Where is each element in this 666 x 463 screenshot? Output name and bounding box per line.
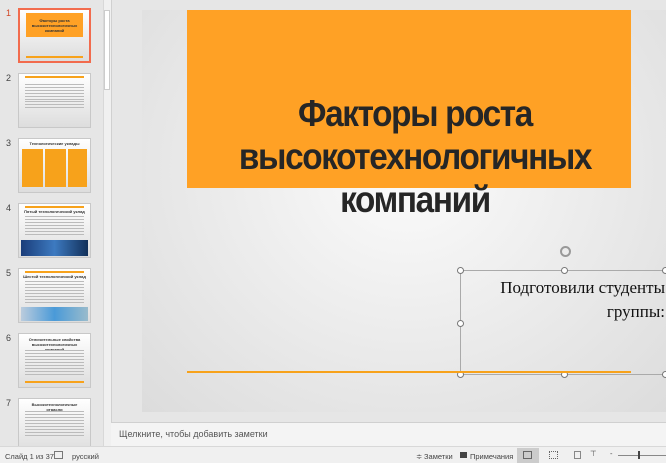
thumb-number: 1 [6,8,12,18]
zoom-out-button[interactable]: - [610,449,613,458]
thumb-number: 6 [6,333,12,343]
notes-placeholder[interactable]: Щелкните, чтобы добавить заметки [119,429,268,439]
normal-view-icon [523,451,532,459]
scrollbar-thumb[interactable] [104,10,110,90]
subtitle-text[interactable]: Подготовили студенты группы: [461,276,665,324]
thumb-title: Технологические уклады [29,141,80,146]
thumb-number: 5 [6,268,12,278]
resize-handle[interactable] [457,320,464,327]
thumbnail-slide-3[interactable]: Технологические уклады [18,138,91,193]
resize-handle[interactable] [662,371,666,378]
thumb-number: 2 [6,73,12,83]
zoom-slider[interactable] [618,455,666,456]
language-indicator[interactable]: русский [72,452,99,461]
thumbnail-slide-2[interactable] [18,73,91,128]
thumb-number: 7 [6,398,12,408]
subtitle-textbox[interactable]: Подготовили студенты группы: [457,267,666,378]
thumbnail-slide-4[interactable]: Пятый технологический уклад [18,203,91,258]
resize-handle[interactable] [457,267,464,274]
thumbnail-slide-7[interactable]: Высокотехнологичные отрасли [18,398,91,446]
rotate-handle-icon[interactable] [560,246,571,257]
reading-view-icon[interactable] [574,451,581,459]
slideshow-icon[interactable]: ⊤ [590,449,597,458]
slide-counter: Слайд 1 из 37 [5,452,54,461]
resize-handle[interactable] [561,267,568,274]
notes-icon[interactable]: ≑ [416,452,422,461]
slide-title[interactable]: Факторы роста высокотехнологичных компан… [205,92,624,221]
thumbnail-slide-5[interactable]: Шестой технологический уклад [18,268,91,323]
orange-divider-line [187,371,631,373]
notes-pane[interactable]: Щелкните, чтобы добавить заметки [111,422,666,446]
slide-canvas[interactable]: Факторы роста высокотехнологичных компан… [142,10,666,412]
thumb-number: 4 [6,203,12,213]
comments-button[interactable]: Примечания [470,452,513,461]
slide-sorter-icon[interactable] [549,451,558,459]
thumb-number: 3 [6,138,12,148]
notes-button[interactable]: Заметки [424,452,453,461]
status-bar: Слайд 1 из 37 русский ≑ Заметки Примечан… [0,446,666,463]
spellcheck-icon[interactable] [54,451,63,459]
thumbnail-slide-1[interactable]: Факторы роста высокотехнологичных компан… [18,8,91,63]
thumb-title: Пятый технологический уклад [24,209,85,214]
zoom-slider-thumb[interactable] [638,451,640,459]
thumb-title: Факторы роста высокотехнологичных компан… [31,18,78,33]
slide-thumbnails-panel[interactable]: 1 Факторы роста высокотехнологичных комп… [0,0,103,446]
thumb-title: Шестой технологический уклад [23,274,86,279]
resize-handle[interactable] [662,267,666,274]
thumbnail-slide-6[interactable]: Отличительные свойства высокотехнологичн… [18,333,91,388]
comments-icon[interactable] [460,452,467,458]
